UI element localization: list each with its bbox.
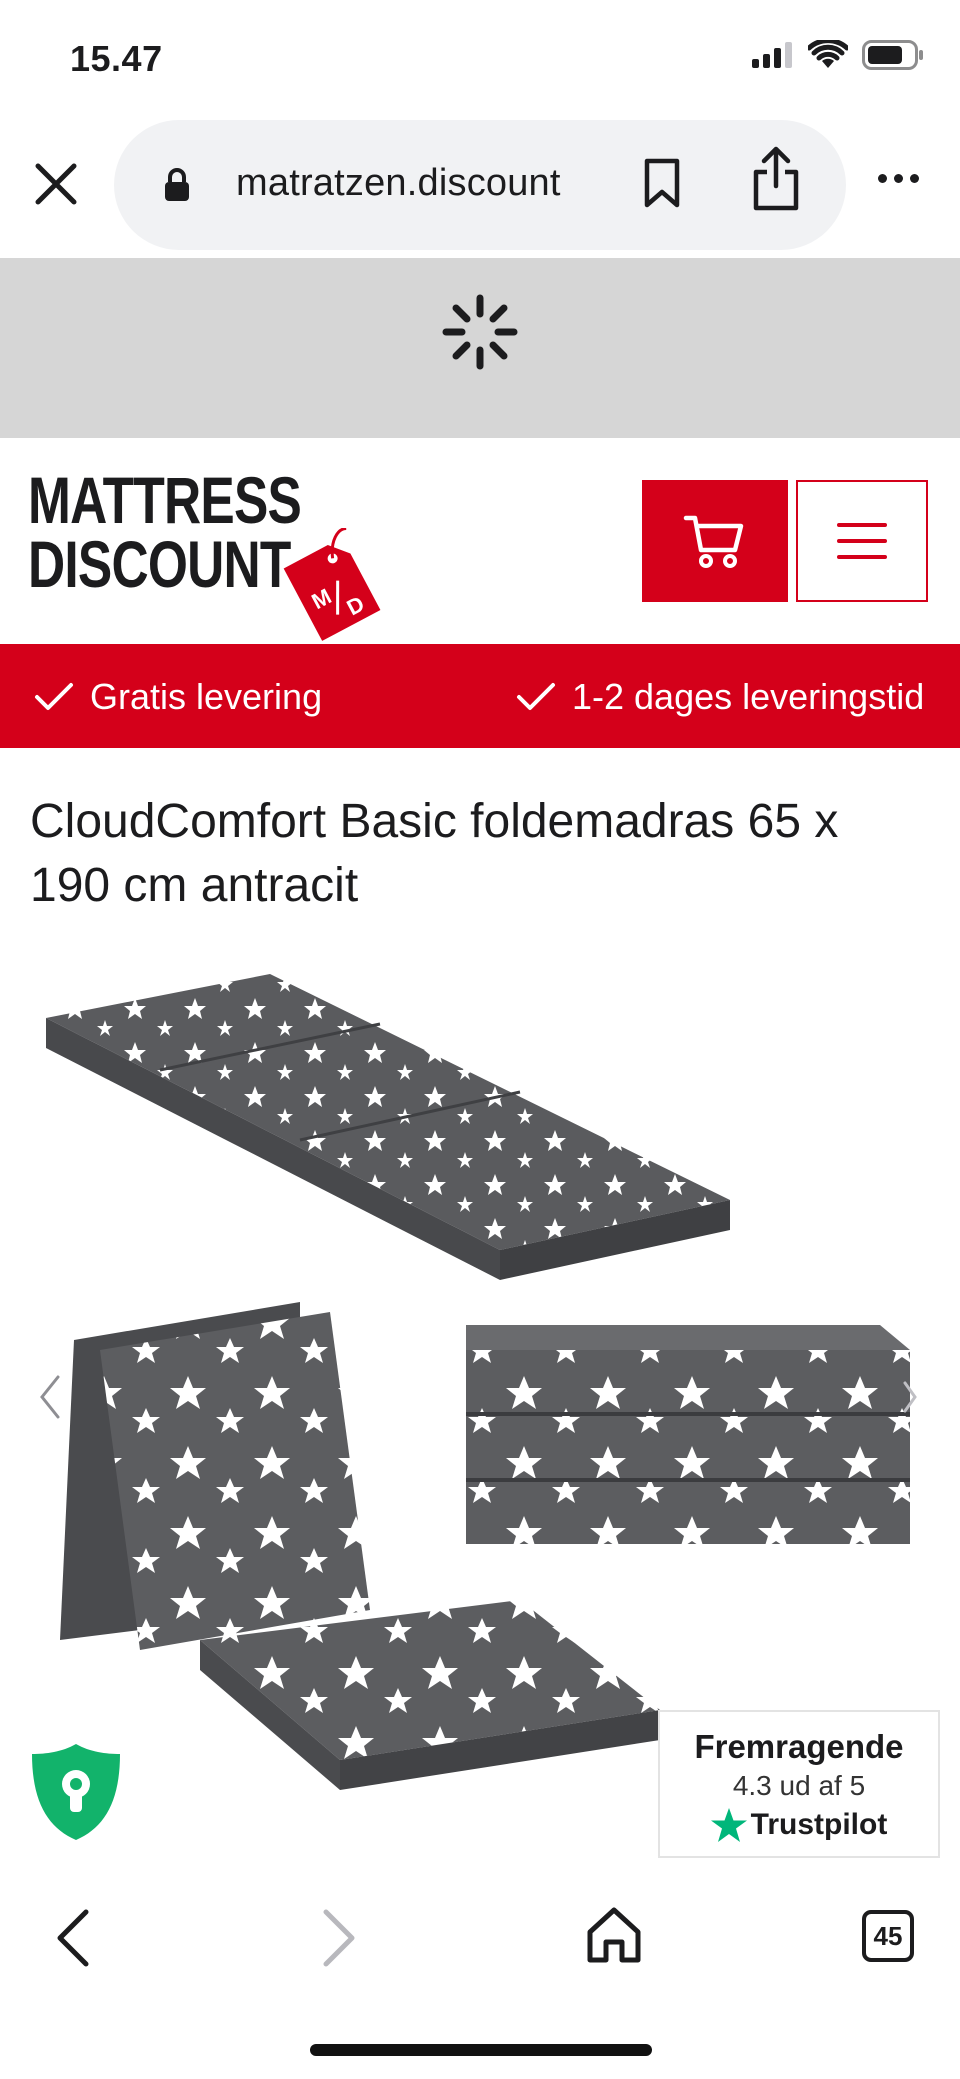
more-options-button[interactable] <box>878 174 919 183</box>
more-dot <box>878 174 887 183</box>
back-chevron-icon[interactable] <box>54 1908 90 1968</box>
gallery-prev-icon[interactable] <box>38 1374 62 1420</box>
cart-icon <box>683 515 744 568</box>
status-time: 15.47 <box>70 38 163 79</box>
logo-line-1: MATTRESS <box>28 463 302 537</box>
share-icon[interactable] <box>750 146 802 212</box>
check-icon <box>517 683 555 710</box>
shield-keyhole-icon[interactable] <box>30 1742 122 1842</box>
close-button[interactable] <box>30 158 82 210</box>
menu-button[interactable] <box>796 480 928 602</box>
lock-icon <box>165 168 189 201</box>
site-logo[interactable]: MATTRESS DISCOUNT M D <box>28 463 381 641</box>
check-icon <box>35 683 73 710</box>
trustpilot-widget[interactable]: Fremragende 4.3 ud af 5 Trustpilot <box>658 1710 940 1858</box>
logo-line-2: DISCOUNT <box>28 527 291 601</box>
url-text: matratzen.discount <box>236 162 561 204</box>
cart-button[interactable] <box>642 480 788 602</box>
mattress-stacked <box>466 1325 910 1544</box>
cellular-signal-icon <box>752 42 792 68</box>
price-tag-icon: M D <box>283 528 381 641</box>
browser-toolbar: matratzen.discount <box>0 118 960 258</box>
usp-label: 1-2 dages leveringstid <box>572 676 925 717</box>
trustpilot-score: 4.3 ud af 5 <box>732 1770 866 1801</box>
tabs-button[interactable]: 45 <box>862 1910 914 1962</box>
product-title: CloudComfort Basic foldemadras 65 x 190 … <box>30 795 839 912</box>
gallery-next-icon[interactable] <box>902 1380 918 1414</box>
mattress-unfolded <box>46 974 730 1280</box>
trustpilot-rating-label: Fremragende <box>694 1728 904 1765</box>
usp-item: Gratis levering <box>34 676 322 718</box>
hamburger-icon <box>837 523 887 559</box>
bookmark-icon[interactable] <box>642 158 682 208</box>
forward-chevron-icon[interactable] <box>322 1908 358 1968</box>
more-dot <box>910 174 919 183</box>
status-icons <box>752 40 924 70</box>
battery-icon <box>862 40 923 70</box>
more-dot <box>894 174 903 183</box>
site-header: MATTRESS DISCOUNT M D <box>0 438 960 644</box>
close-icon <box>35 163 77 205</box>
trustpilot-brand: Trustpilot <box>660 1808 938 1842</box>
wifi-icon <box>808 40 848 68</box>
tab-count: 45 <box>873 1920 903 1951</box>
status-bar: 15.47 <box>0 0 960 118</box>
usp-bar: Gratis levering 1-2 dages leveringstid <box>0 644 960 748</box>
loading-spinner-icon <box>442 294 518 370</box>
trustpilot-brand-name: Trustpilot <box>750 1808 888 1841</box>
address-bar[interactable]: matratzen.discount <box>114 120 846 250</box>
usp-item: 1-2 dages leveringstid <box>516 676 924 718</box>
home-icon[interactable] <box>586 1906 642 1964</box>
browser-bottom-toolbar: 45 <box>0 1876 960 2079</box>
home-indicator <box>310 2044 652 2056</box>
star-icon <box>710 1808 747 1842</box>
usp-label: Gratis levering <box>90 676 323 717</box>
logo-wordmark: MATTRESS DISCOUNT <box>28 463 302 601</box>
